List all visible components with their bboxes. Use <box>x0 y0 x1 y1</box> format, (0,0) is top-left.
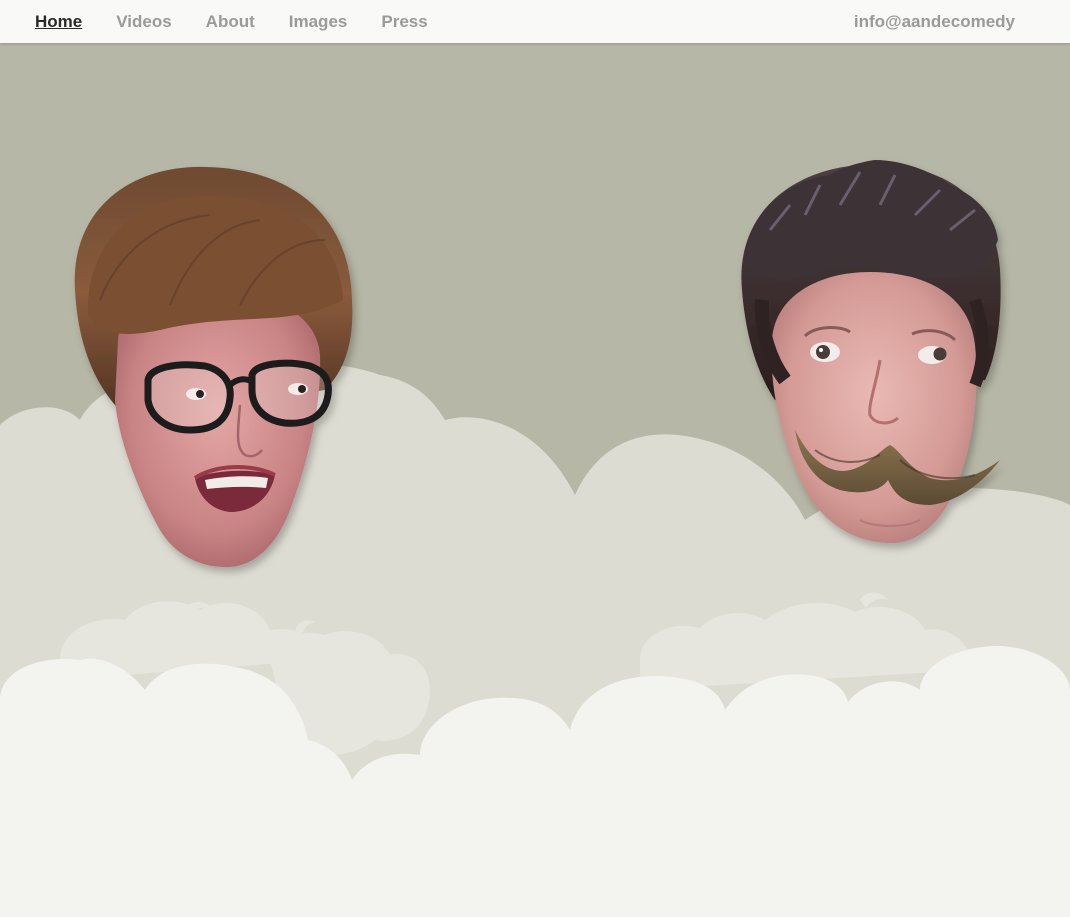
nav-link-videos[interactable]: Videos <box>116 12 171 32</box>
contact-email-link[interactable]: info@aandecomedy <box>854 12 1015 32</box>
nav-link-images[interactable]: Images <box>289 12 348 32</box>
hero-scene <box>0 43 1070 917</box>
nav-link-home[interactable]: Home <box>35 12 82 32</box>
hero-illustration <box>0 160 1070 917</box>
nav-links: Home Videos About Images Press <box>35 12 462 32</box>
top-navigation-bar: Home Videos About Images Press info@aand… <box>0 0 1070 43</box>
nav-link-press[interactable]: Press <box>381 12 427 32</box>
nav-link-about[interactable]: About <box>206 12 255 32</box>
